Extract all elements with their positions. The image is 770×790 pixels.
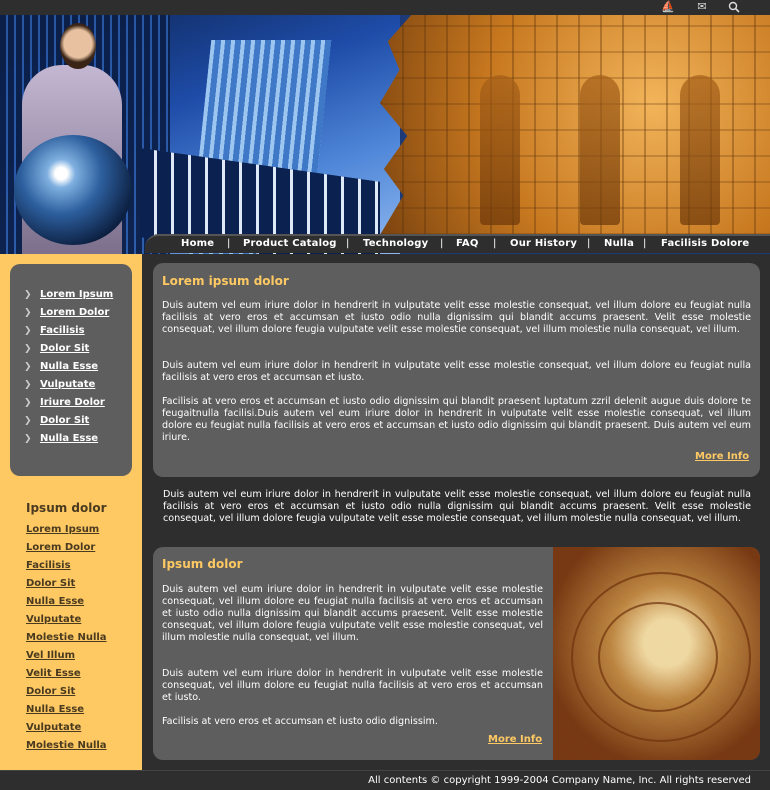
sidebar-menu-label[interactable]: Dolor Sit bbox=[40, 343, 89, 354]
sidebar-link[interactable]: Vulputate bbox=[26, 722, 81, 733]
globe-image bbox=[14, 135, 132, 245]
content-panel-ipsum-dolor: Ipsum dolor Duis autem vel eum iriure do… bbox=[153, 547, 760, 760]
sidebar-link[interactable]: Nulla Esse bbox=[26, 596, 84, 607]
sidebar-link[interactable]: Velit Esse bbox=[26, 668, 81, 679]
sidebar-menu-label[interactable]: Iriure Dolor bbox=[40, 397, 105, 408]
sidebar-section-title: Ipsum dolor bbox=[26, 501, 107, 515]
nav-faq[interactable]: FAQ bbox=[456, 238, 479, 249]
sidebar-menu-label[interactable]: Facilisis bbox=[40, 325, 85, 336]
panel-title: Lorem ipsum dolor bbox=[162, 274, 289, 288]
sidebar-menu-item[interactable]: ❯ Lorem Dolor bbox=[24, 307, 109, 321]
copyright-text: All contents © copyright 1999-2004 Compa… bbox=[368, 775, 751, 786]
bullet-icon: ❯ bbox=[24, 308, 32, 318]
sidebar-menu-label[interactable]: Lorem Dolor bbox=[40, 307, 109, 318]
nav-separator: | bbox=[493, 238, 497, 249]
bullet-icon: ❯ bbox=[24, 380, 32, 390]
sidebar-link[interactable]: Vel Illum bbox=[26, 650, 75, 661]
main-nav: Home | Product Catalog | Technology | FA… bbox=[145, 234, 770, 253]
bullet-icon: ❯ bbox=[24, 416, 32, 426]
woman-head-image bbox=[60, 23, 96, 69]
panel-paragraph: Facilisis at vero eros et accumsan et iu… bbox=[162, 716, 438, 727]
nav-separator: | bbox=[643, 238, 647, 249]
sidebar-menu-label[interactable]: Dolor Sit bbox=[40, 415, 89, 426]
panel-paragraph: Duis autem vel eum iriure dolor in hendr… bbox=[162, 668, 543, 703]
bullet-icon: ❯ bbox=[24, 362, 32, 372]
panel-paragraph: Duis autem vel eum iriure dolor in hendr… bbox=[162, 584, 543, 643]
sidebar-menu-item[interactable]: ❯ Facilisis bbox=[24, 325, 85, 339]
more-info-link[interactable]: More Info bbox=[488, 734, 542, 745]
nav-our-history[interactable]: Our History bbox=[510, 238, 577, 249]
sidebar-menu-item[interactable]: ❯ Nulla Esse bbox=[24, 361, 98, 375]
sidebar-link[interactable]: Dolor Sit bbox=[26, 578, 75, 589]
bullet-icon: ❯ bbox=[24, 326, 32, 336]
nav-home[interactable]: Home bbox=[181, 238, 214, 249]
sidebar-link[interactable]: Molestie Nulla bbox=[26, 740, 107, 751]
egyptian-relief-image bbox=[380, 15, 770, 235]
bullet-icon: ❯ bbox=[24, 434, 32, 444]
nav-separator: | bbox=[227, 238, 231, 249]
header-banner bbox=[0, 15, 770, 254]
antique-map-image bbox=[553, 547, 760, 760]
footer: All contents © copyright 1999-2004 Compa… bbox=[0, 770, 770, 790]
search-icon[interactable] bbox=[727, 1, 741, 13]
nav-technology[interactable]: Technology bbox=[363, 238, 428, 249]
sidebar-menu-label[interactable]: Vulputate bbox=[40, 379, 95, 390]
intro-paragraph: Duis autem vel eum iriure dolor in hendr… bbox=[163, 489, 751, 524]
nav-nulla[interactable]: Nulla bbox=[604, 238, 634, 249]
sidebar-menu-item[interactable]: ❯ Dolor Sit bbox=[24, 415, 89, 429]
sidebar-link[interactable]: Dolor Sit bbox=[26, 686, 75, 697]
sidebar-link[interactable]: Nulla Esse bbox=[26, 704, 84, 715]
nav-facilisis-dolore[interactable]: Facilisis Dolore bbox=[661, 238, 749, 249]
left-sidebar: ❯ Lorem Ipsum ❯ Lorem Dolor ❯ Facilisis ❯ Do… bbox=[0, 254, 143, 770]
panel-title: Ipsum dolor bbox=[162, 557, 243, 571]
sidebar-link[interactable]: Lorem Ipsum bbox=[26, 524, 99, 535]
panel-paragraph: Facilisis at vero eros et accumsan et iu… bbox=[162, 396, 751, 443]
mail-icon[interactable]: ✉ bbox=[695, 1, 709, 13]
sidebar-menu-label[interactable]: Nulla Esse bbox=[40, 433, 98, 444]
sidebar-menu-item[interactable]: ❯ Nulla Esse bbox=[24, 433, 98, 447]
sidebar-link[interactable]: Lorem Dolor bbox=[26, 542, 95, 553]
sidebar-menu-item[interactable]: ❯ Iriure Dolor bbox=[24, 397, 105, 411]
sidebar-link[interactable]: Facilisis bbox=[26, 560, 71, 571]
sidebar-menu-item[interactable]: ❯ Lorem Ipsum bbox=[24, 289, 113, 303]
nav-separator: | bbox=[346, 238, 350, 249]
panel-paragraph: Duis autem vel eum iriure dolor in hendr… bbox=[162, 360, 751, 383]
sidebar-link[interactable]: Molestie Nulla bbox=[26, 632, 107, 643]
sidebar-menu-item[interactable]: ❯ Dolor Sit bbox=[24, 343, 89, 357]
nav-separator: | bbox=[587, 238, 591, 249]
sidebar-menu-item[interactable]: ❯ Vulputate bbox=[24, 379, 95, 393]
top-utility-bar: ⛵ ✉ bbox=[0, 0, 770, 15]
sidebar-menu-label[interactable]: Nulla Esse bbox=[40, 361, 98, 372]
sidebar-link[interactable]: Vulputate bbox=[26, 614, 81, 625]
content-panel-lorem-ipsum: Lorem ipsum dolor Duis autem vel eum iri… bbox=[153, 263, 760, 477]
sidebar-menu-label[interactable]: Lorem Ipsum bbox=[40, 289, 113, 300]
bullet-icon: ❯ bbox=[24, 290, 32, 300]
bullet-icon: ❯ bbox=[24, 344, 32, 354]
panel-paragraph: Duis autem vel eum iriure dolor in hendr… bbox=[162, 300, 751, 335]
more-info-link[interactable]: More Info bbox=[695, 451, 749, 462]
nav-product-catalog[interactable]: Product Catalog bbox=[243, 238, 337, 249]
nav-separator: | bbox=[440, 238, 444, 249]
bullet-icon: ❯ bbox=[24, 398, 32, 408]
boat-icon[interactable]: ⛵ bbox=[661, 1, 675, 13]
sidebar-menu-box: ❯ Lorem Ipsum ❯ Lorem Dolor ❯ Facilisis ❯ Do… bbox=[10, 264, 132, 476]
